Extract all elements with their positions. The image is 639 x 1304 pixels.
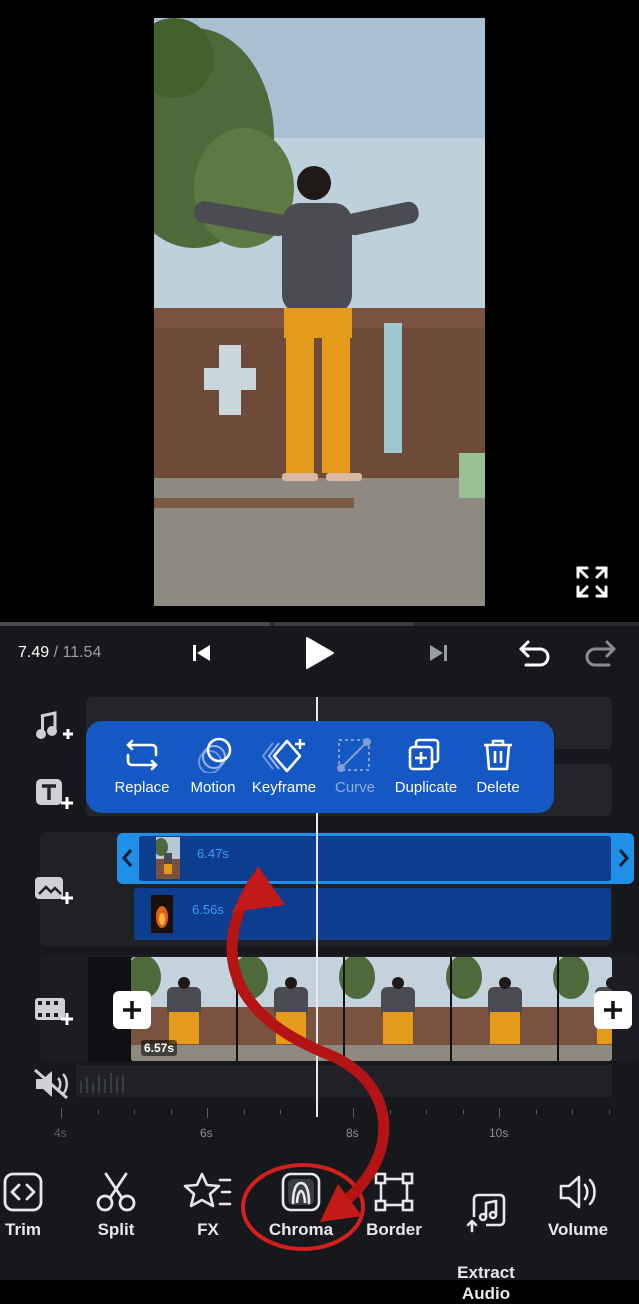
extract-audio-tool-button[interactable]: Extract Audio xyxy=(441,1170,531,1304)
replace-icon xyxy=(126,739,158,771)
skip-to-end-icon[interactable] xyxy=(428,641,450,665)
curve-button-disabled: Curve xyxy=(326,721,384,813)
ruler-label: 10s xyxy=(489,1126,509,1140)
motion-label: Motion xyxy=(190,779,236,796)
volume-label: Volume xyxy=(547,1220,609,1239)
delete-icon xyxy=(484,739,512,771)
split-tool-button[interactable]: Split xyxy=(71,1170,161,1240)
add-clip-before-button[interactable] xyxy=(113,991,151,1029)
overlay-clip-2-duration: 6.56s xyxy=(192,902,224,917)
plus-icon xyxy=(123,1001,141,1019)
overlay-clip-1-duration: 6.47s xyxy=(197,846,229,861)
curve-icon xyxy=(337,738,371,772)
time-separator: / xyxy=(49,644,63,661)
ruler-label: 8s xyxy=(346,1126,359,1140)
volume-tool-button[interactable]: Volume xyxy=(533,1170,623,1240)
original-audio-track[interactable] xyxy=(76,1065,612,1097)
curve-label: Curve xyxy=(334,779,375,796)
add-overlay-icon[interactable] xyxy=(33,874,75,910)
chroma-tool-button[interactable]: Chroma xyxy=(256,1170,346,1240)
playback-progress-fill xyxy=(0,622,270,626)
main-video-clip[interactable]: 6.57s xyxy=(131,957,612,1061)
fullscreen-expand-icon[interactable] xyxy=(574,564,610,600)
add-text-icon[interactable] xyxy=(35,777,75,813)
time-ruler[interactable]: 4s 6s 8s 10s xyxy=(0,1100,639,1145)
keyframe-button[interactable]: Keyframe xyxy=(246,721,322,813)
fx-star-icon xyxy=(183,1172,232,1208)
play-icon[interactable] xyxy=(303,636,335,670)
add-clip-after-button[interactable] xyxy=(594,991,632,1029)
extract-audio-label: Extract Audio xyxy=(457,1263,515,1303)
replace-label: Replace xyxy=(114,779,170,796)
overlay-clip-thumbnail xyxy=(156,837,180,879)
duplicate-label: Duplicate xyxy=(394,779,458,796)
main-clip-duration: 6.57s xyxy=(141,1040,178,1056)
extract-audio-icon xyxy=(466,1193,506,1233)
motion-icon xyxy=(198,737,232,773)
overlay-clip-2[interactable]: 6.56s xyxy=(134,888,611,940)
delete-label: Delete xyxy=(476,779,520,796)
volume-icon xyxy=(559,1175,596,1209)
clip-context-menu: Replace Motion Keyframe Curve Duplicate … xyxy=(86,721,554,813)
time-display: 7.49 / 11.54 xyxy=(18,644,101,662)
split-label: Split xyxy=(97,1220,135,1239)
playback-progress-segment xyxy=(274,622,414,626)
chroma-icon xyxy=(281,1172,321,1212)
audio-waveform xyxy=(80,1073,124,1093)
duplicate-button[interactable]: Duplicate xyxy=(388,721,464,813)
border-icon xyxy=(374,1172,414,1212)
undo-icon[interactable] xyxy=(518,638,552,668)
delete-button[interactable]: Delete xyxy=(468,721,528,813)
skip-to-start-icon[interactable] xyxy=(190,641,214,665)
fx-tool-button[interactable]: FX xyxy=(163,1170,253,1240)
border-label: Border xyxy=(366,1220,422,1239)
plus-icon xyxy=(604,1001,622,1019)
duplicate-icon xyxy=(408,738,440,771)
trim-tool-button[interactable]: Trim xyxy=(0,1170,68,1240)
ruler-label: 6s xyxy=(200,1126,213,1140)
keyframe-icon xyxy=(261,739,305,773)
scissors-icon xyxy=(96,1172,136,1212)
motion-button[interactable]: Motion xyxy=(182,721,244,813)
border-tool-button[interactable]: Border xyxy=(349,1170,439,1240)
main-clip-filmstrip xyxy=(131,957,612,1061)
overlay-clip-2-thumbnail xyxy=(151,895,173,933)
current-time: 7.49 xyxy=(18,644,50,661)
trim-icon xyxy=(3,1172,43,1212)
preview-image xyxy=(154,18,485,606)
total-time: 11.54 xyxy=(62,644,102,661)
replace-button[interactable]: Replace xyxy=(106,721,178,813)
chroma-label: Chroma xyxy=(268,1220,334,1239)
fx-label: FX xyxy=(197,1220,219,1239)
add-music-icon[interactable] xyxy=(33,710,75,746)
preview-frame[interactable] xyxy=(154,18,485,606)
mute-original-audio-icon[interactable] xyxy=(32,1066,72,1102)
keyframe-label: Keyframe xyxy=(251,779,317,796)
trim-left-handle-icon[interactable] xyxy=(119,846,137,870)
trim-label: Trim xyxy=(5,1220,41,1239)
redo-icon[interactable] xyxy=(583,638,617,668)
ruler-label: 4s xyxy=(54,1126,67,1140)
overlay-clip-selected[interactable]: 6.47s xyxy=(117,833,634,884)
trim-right-handle-icon[interactable] xyxy=(614,846,632,870)
add-video-icon[interactable] xyxy=(33,995,75,1031)
